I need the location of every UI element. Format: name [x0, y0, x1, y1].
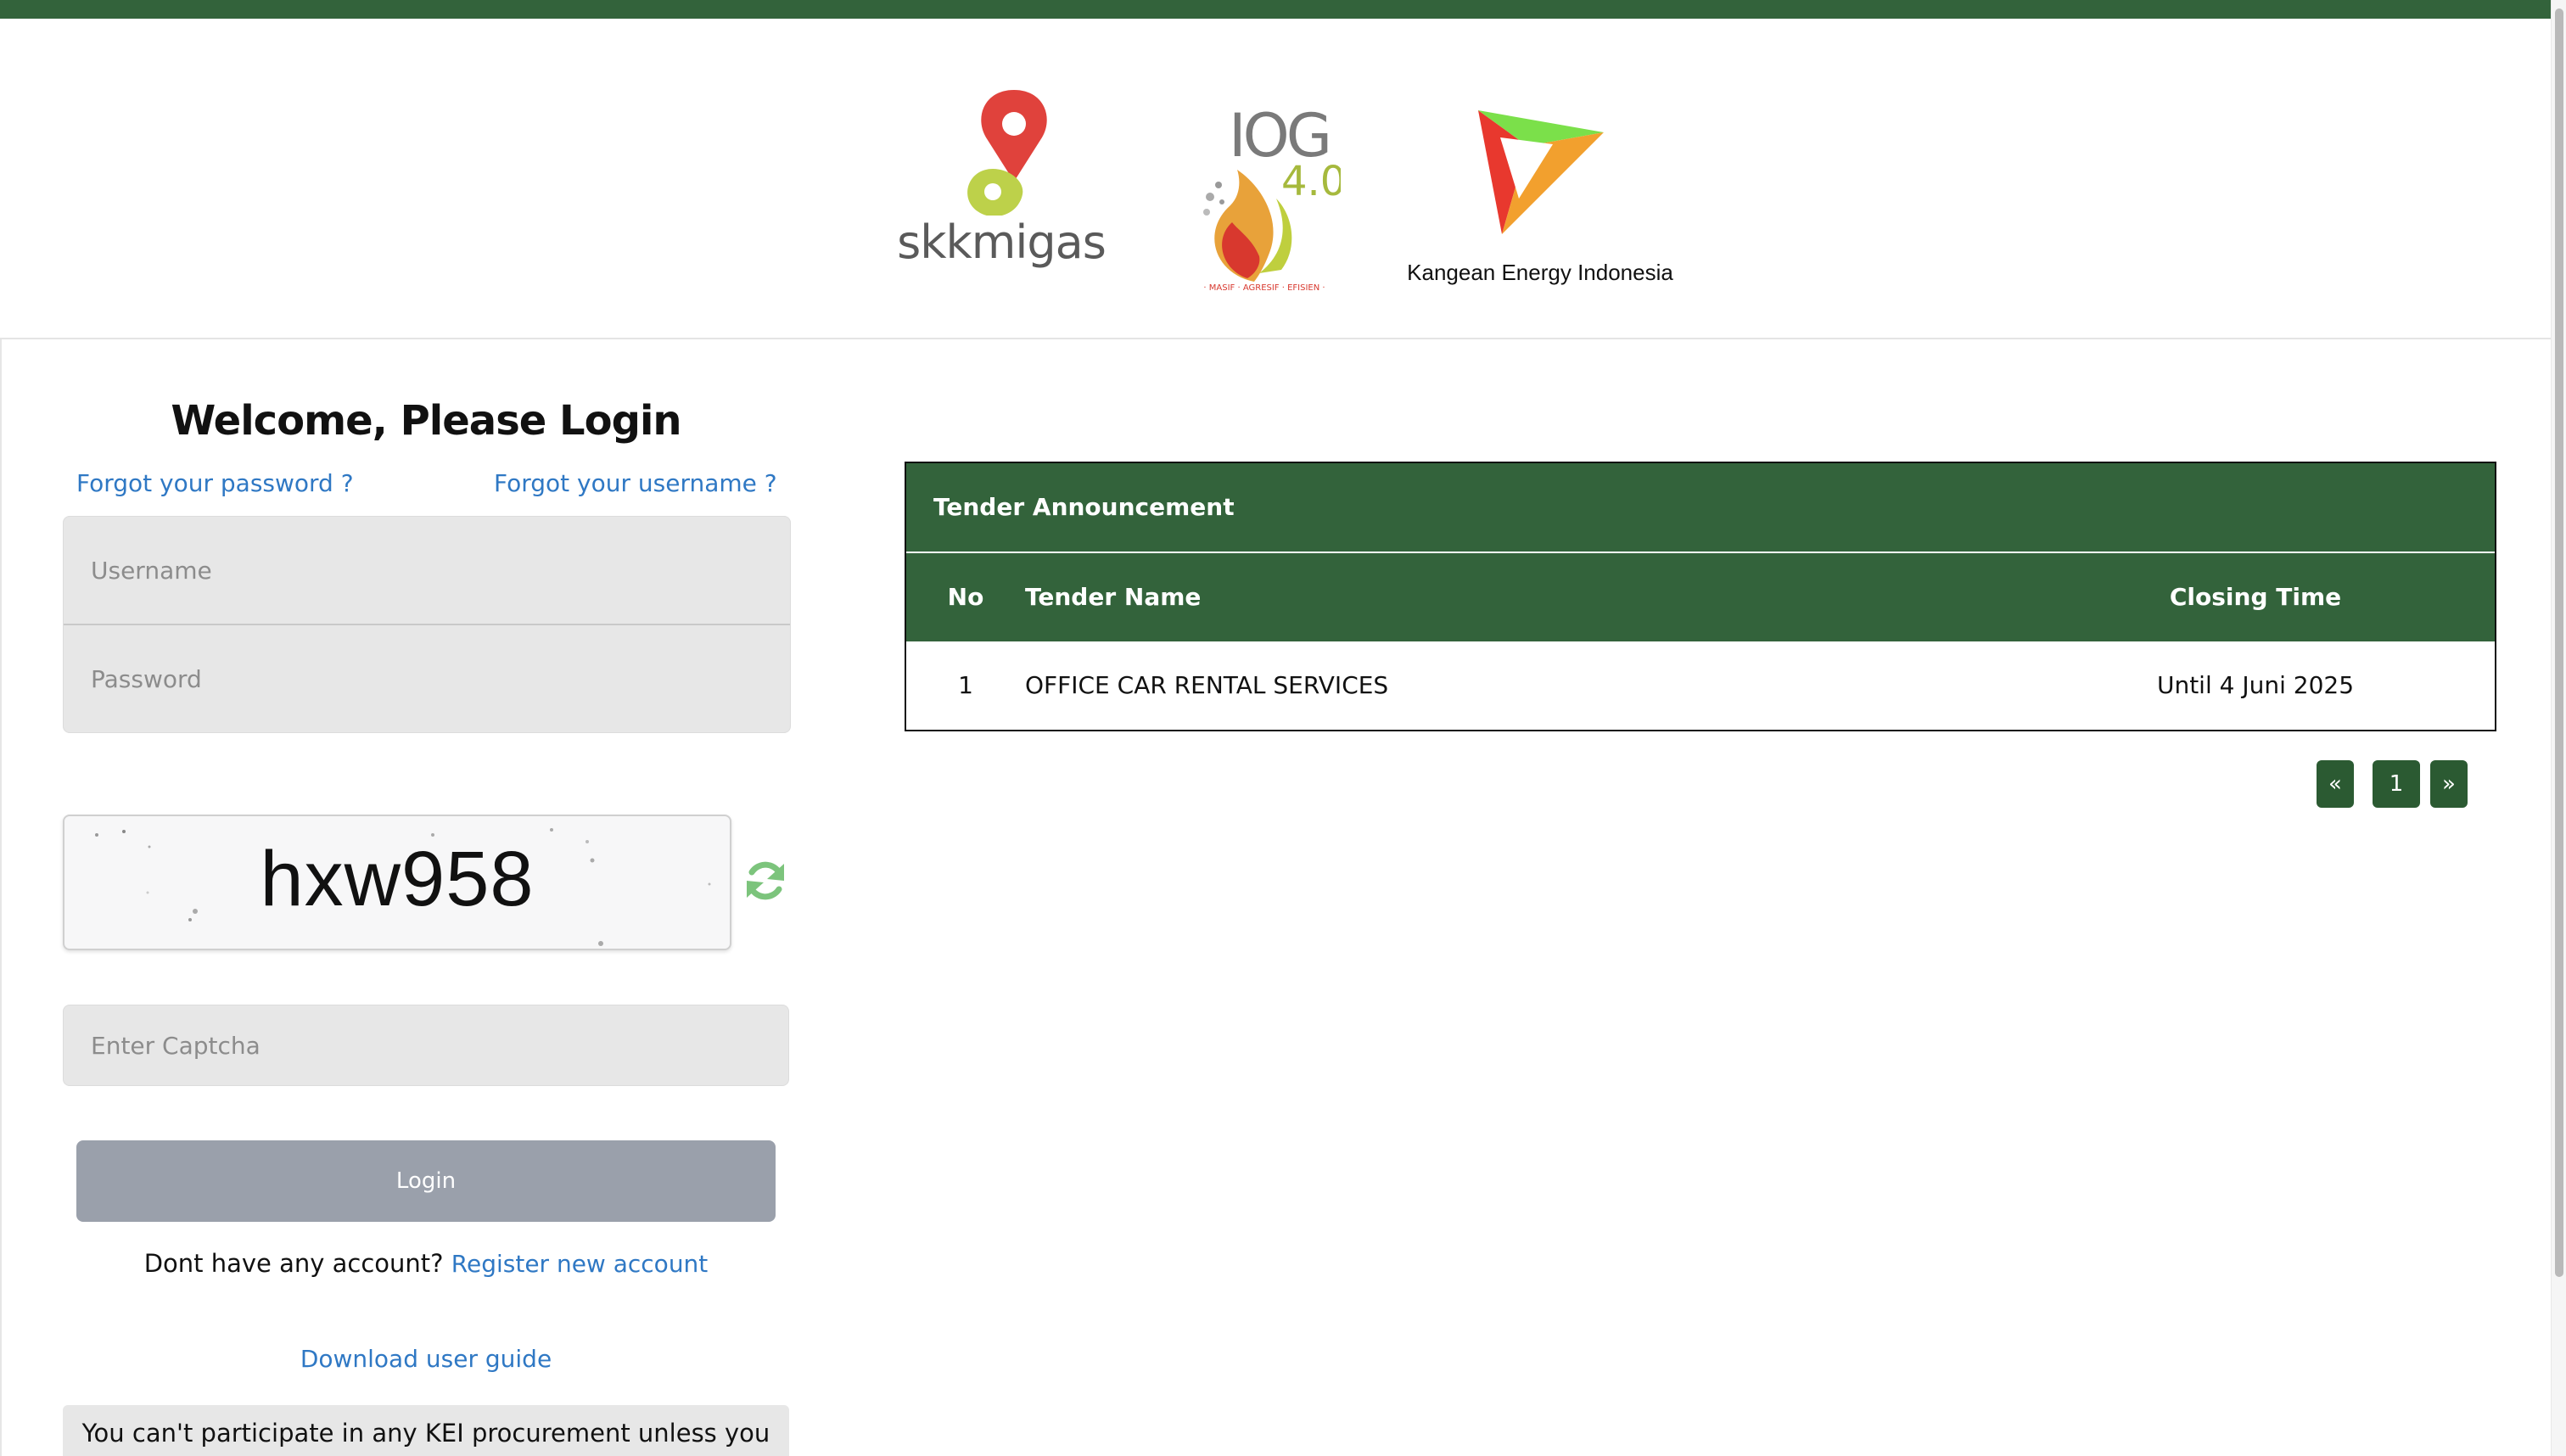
captcha-input[interactable] [63, 1005, 789, 1086]
column-header-closing-time: Closing Time [2169, 583, 2342, 611]
login-button[interactable]: Login [76, 1140, 776, 1222]
svg-text:4.0: 4.0 [1281, 158, 1341, 205]
tender-header-row: No Tender Name Closing Time [906, 553, 2495, 641]
header: skkmigas IOG 4.0 · MASIF · AGRESIF · EFI… [0, 19, 2551, 339]
cell-closing-time: Until 4 Juni 2025 [2156, 671, 2355, 699]
login-title: Welcome, Please Login [171, 397, 681, 445]
skkmigas-logo: skkmigas [874, 88, 1129, 283]
pagination-next-button[interactable]: » [2430, 760, 2468, 808]
vertical-scrollbar[interactable] [2551, 0, 2566, 1456]
captcha-image: hxw958 [63, 815, 731, 950]
password-input[interactable] [64, 625, 790, 732]
register-link[interactable]: Register new account [451, 1250, 709, 1278]
refresh-captcha-icon[interactable] [742, 857, 789, 904]
table-row[interactable]: 1 OFFICE CAR RENTAL SERVICES Until 4 Jun… [906, 641, 2495, 730]
guide-link-wrapper: Download user guide [63, 1345, 789, 1373]
kei-mark-icon [1478, 110, 1604, 234]
kei-logo-text: Kangean Energy Indonesia [1407, 260, 1673, 285]
kei-logo: Kangean Energy Indonesia [1400, 107, 1680, 302]
iog-logo: IOG 4.0 · MASIF · AGRESIF · EFISIEN · [1188, 101, 1346, 307]
svg-text:· MASIF · AGRESIF · EFISIEN ·: · MASIF · AGRESIF · EFISIEN · [1203, 283, 1325, 290]
register-line: Dont have any account? Register new acco… [63, 1249, 789, 1278]
username-input[interactable] [64, 517, 790, 624]
skkmigas-logo-text: skkmigas [897, 216, 1107, 269]
cell-tender-name[interactable]: OFFICE CAR RENTAL SERVICES [1025, 641, 1388, 730]
notice-text: You can't participate in any KEI procure… [81, 1419, 770, 1448]
column-header-tender-name: Tender Name [1025, 583, 1202, 611]
credentials-box [63, 516, 791, 733]
no-account-text: Dont have any account? [143, 1249, 444, 1278]
column-header-no: No [947, 583, 984, 611]
forgot-password-link[interactable]: Forgot your password ? [76, 469, 354, 497]
pagination-page-1-button[interactable]: 1 [2373, 760, 2420, 808]
tender-caption: Tender Announcement [906, 463, 2495, 553]
scrollbar-thumb[interactable] [2555, 8, 2563, 1277]
skkmigas-mark-icon [967, 90, 1047, 217]
tender-table: Tender Announcement No Tender Name Closi… [905, 462, 2496, 731]
pagination-prev-button[interactable]: « [2317, 760, 2354, 808]
download-user-guide-link[interactable]: Download user guide [300, 1345, 552, 1373]
iog-mark-icon: IOG 4.0 · MASIF · AGRESIF · EFISIEN · [1203, 101, 1346, 293]
notice-box: You can't participate in any KEI procure… [63, 1405, 789, 1456]
page: skkmigas IOG 4.0 · MASIF · AGRESIF · EFI… [0, 0, 2566, 1456]
forgot-username-link[interactable]: Forgot your username ? [494, 469, 777, 497]
cell-no: 1 [958, 671, 973, 699]
captcha-text: hxw958 [260, 836, 535, 922]
top-bar [0, 0, 2566, 19]
